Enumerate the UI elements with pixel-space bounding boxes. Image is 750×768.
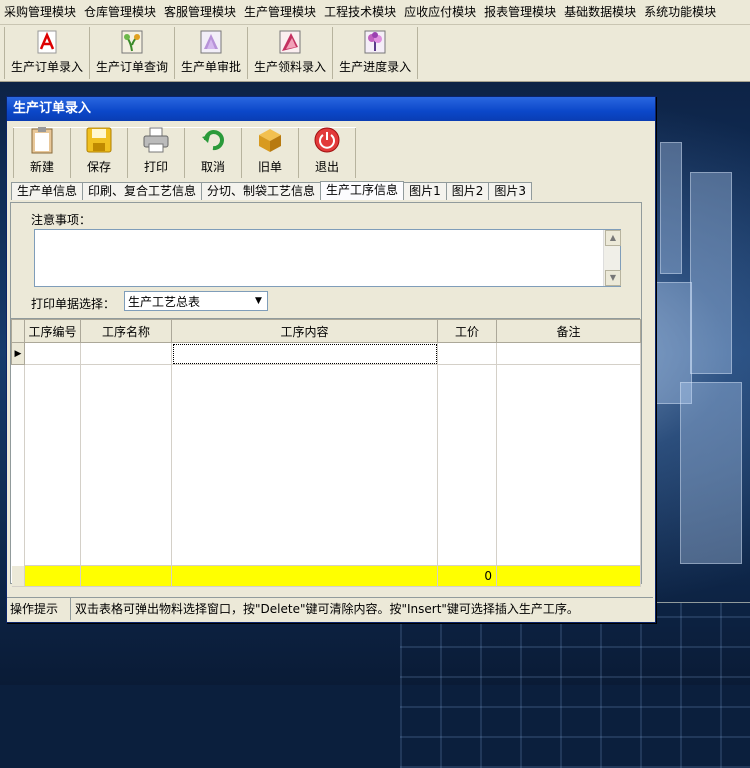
status-bar: 操作提示 双击表格可弹出物料选择窗口，按"Delete"键可清除内容。按"Ins… (7, 597, 653, 620)
total-price: 0 (437, 565, 497, 587)
plant-icon (119, 29, 145, 55)
col-process-no[interactable]: 工序编号 (24, 319, 81, 343)
menu-purchase[interactable]: 采购管理模块 (0, 0, 80, 24)
flower2-icon (362, 29, 388, 55)
pdf-icon (34, 29, 60, 55)
print-select-value: 生产工艺总表 (128, 295, 201, 309)
ribbon-icon (277, 29, 303, 55)
menu-warehouse[interactable]: 仓库管理模块 (80, 0, 160, 24)
cell-active[interactable] (171, 342, 438, 365)
notice-label: 注意事项： (31, 213, 92, 227)
status-label: 操作提示 (7, 598, 71, 620)
save-button[interactable]: 保存 (71, 125, 128, 178)
menu-engineering[interactable]: 工程技术模块 (320, 0, 400, 24)
cell[interactable] (437, 342, 497, 365)
progress-entry-button[interactable]: 生产进度录入 (336, 27, 414, 79)
row-selector-header (11, 319, 25, 343)
print-select[interactable]: 生产工艺总表 ▼ (124, 291, 268, 311)
refresh-icon (198, 125, 228, 155)
new-button[interactable]: 新建 (13, 125, 71, 178)
scroll-up-icon[interactable]: ▲ (605, 230, 621, 246)
tab-order-info[interactable]: 生产单信息 (11, 182, 84, 200)
old-order-button[interactable]: 旧单 (242, 128, 299, 178)
window-toolbar: 新建 保存 打印 取消 旧单 退出 (13, 127, 356, 178)
production-order-window: 生产订单录入 新建 保存 打印 取消 旧单 退出 生产单信息 印刷、复合工艺信息… (6, 96, 656, 623)
current-row-icon: ▶ (11, 342, 25, 365)
total-row: 0 (11, 565, 641, 587)
process-info-panel: 注意事项： ▲ ▼ 打印单据选择： 生产工艺总表 ▼ 工序编号 工序名称 工序内… (10, 202, 642, 587)
col-remark[interactable]: 备注 (496, 319, 641, 343)
grid-header: 工序编号 工序名称 工序内容 工价 备注 (11, 319, 641, 343)
box-icon (255, 125, 285, 155)
scroll-down-icon[interactable]: ▼ (605, 270, 621, 286)
clipboard-icon (27, 125, 57, 155)
menu-system[interactable]: 系统功能模块 (640, 0, 720, 24)
tab-cutting-process[interactable]: 分切、制袋工艺信息 (201, 182, 322, 200)
menu-bar: 采购管理模块 仓库管理模块 客服管理模块 生产管理模块 工程技术模块 应收应付模… (0, 0, 750, 25)
cell[interactable] (496, 342, 641, 365)
menu-production[interactable]: 生产管理模块 (240, 0, 320, 24)
tab-process-info[interactable]: 生产工序信息 (320, 181, 405, 200)
flower-icon (198, 29, 224, 55)
menu-base-data[interactable]: 基础数据模块 (560, 0, 640, 24)
chevron-down-icon[interactable]: ▼ (251, 293, 266, 309)
order-query-button[interactable]: 生产订单查询 (93, 27, 171, 79)
cell[interactable] (24, 342, 81, 365)
save-icon (84, 125, 114, 155)
notice-scrollbar[interactable]: ▲ ▼ (603, 230, 621, 286)
print-select-label: 打印单据选择： (31, 297, 116, 311)
power-icon (312, 125, 342, 155)
print-button[interactable]: 打印 (128, 125, 185, 178)
notice-textarea[interactable]: ▲ ▼ (34, 229, 621, 287)
cancel-button[interactable]: 取消 (185, 128, 242, 178)
material-issue-button[interactable]: 生产领料录入 (251, 27, 329, 79)
col-process-content[interactable]: 工序内容 (171, 319, 438, 343)
menu-reports[interactable]: 报表管理模块 (480, 0, 560, 24)
order-entry-button[interactable]: 生产订单录入 (8, 27, 86, 79)
tab-print-process[interactable]: 印刷、复合工艺信息 (82, 182, 203, 200)
tab-image-2[interactable]: 图片2 (445, 182, 490, 200)
cell[interactable] (80, 342, 172, 365)
status-hint: 双击表格可弹出物料选择窗口，按"Delete"键可清除内容。按"Insert"键… (75, 602, 579, 616)
window-title: 生产订单录入 (7, 97, 655, 121)
tab-image-3[interactable]: 图片3 (488, 182, 532, 200)
tab-image-1[interactable]: 图片1 (403, 182, 447, 200)
main-toolbar: 生产订单录入 生产订单查询 生产单审批 生产领料录入 生产进度录入 (0, 25, 750, 82)
col-price[interactable]: 工价 (437, 319, 497, 343)
order-approval-button[interactable]: 生产单审批 (178, 27, 244, 79)
empty-area (11, 364, 641, 566)
exit-button[interactable]: 退出 (299, 125, 356, 178)
process-grid[interactable]: 工序编号 工序名称 工序内容 工价 备注 ▶ 0 (11, 318, 641, 587)
menu-finance[interactable]: 应收应付模块 (400, 0, 480, 24)
printer-icon (141, 125, 171, 155)
tab-strip: 生产单信息 印刷、复合工艺信息 分切、制袋工艺信息 生产工序信息 图片1 图片2… (11, 181, 532, 200)
table-row[interactable]: ▶ (11, 342, 641, 365)
menu-service[interactable]: 客服管理模块 (160, 0, 240, 24)
col-process-name[interactable]: 工序名称 (80, 319, 172, 343)
